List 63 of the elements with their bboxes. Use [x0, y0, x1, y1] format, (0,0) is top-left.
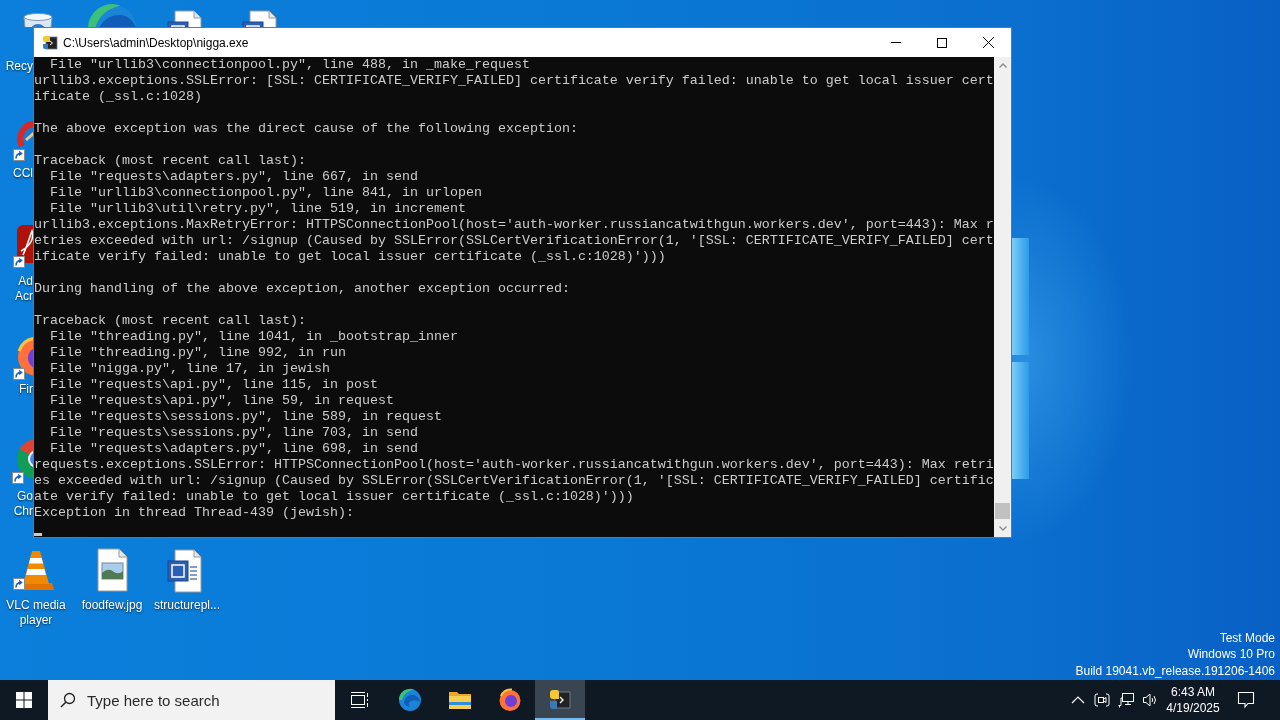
console-line: File "threading.py", line 1041, in _bootstrap_inner: [49, 329, 458, 345]
desktop-icon-label[interactable]: Go Chr: [11, 489, 33, 519]
desktop-icon-label[interactable]: foodfew.jpg: [74, 598, 150, 613]
camera-icon: [1094, 692, 1110, 708]
console-line: Exception in thread Thread-439 (jewish):: [34, 505, 354, 521]
console-app-button[interactable]: [535, 680, 585, 720]
speech-bubble-icon: [1237, 691, 1255, 709]
console-line: ificate (_ssl.c:1028): [34, 89, 202, 105]
traffic-cone-icon[interactable]: [12, 548, 56, 592]
console-app-icon: [42, 34, 58, 51]
desktop-notice-line: Windows 10 Pro: [1187, 646, 1275, 663]
scrollbar-thumb[interactable]: [995, 503, 1010, 519]
console-line: File "requests\api.py", line 115, in post: [49, 377, 378, 393]
app-shortcut-icon[interactable]: [13, 118, 34, 163]
clock-date[interactable]: 4/19/2025: [1166, 700, 1220, 716]
desktop-icon-label[interactable]: Fir: [19, 382, 33, 397]
console-line: File "nigga.py", line 17, in jewish: [49, 361, 330, 377]
console-line: The above exception was the direct cause of the following exception:: [34, 121, 578, 137]
close-icon: [982, 37, 994, 48]
console-line: ificate verify failed: unable to get local issuer certificate (_ssl.c:1028)'))): [34, 249, 666, 265]
desktop-notice-line: Build 19041.vb_release.191206-1406: [1075, 662, 1275, 679]
console-line: During handling of the above exception, another exception occurred:: [34, 281, 570, 297]
desktop-notice-line: Test Mode: [1219, 629, 1275, 646]
speaker-icon: [1142, 692, 1158, 708]
console-app-icon: [548, 688, 572, 712]
desktop-icon-label[interactable]: VLC media player: [0, 598, 72, 628]
clock-time[interactable]: 6:43 AM: [1171, 684, 1215, 700]
search-field[interactable]: Type here to search: [48, 680, 335, 720]
desktop-icon-label[interactable]: Ad Acr: [11, 274, 33, 304]
windows-logo-icon: [16, 692, 32, 708]
console-line: Traceback (most recent call last):: [34, 153, 306, 169]
console-line: Traceback (most recent call last):: [34, 313, 306, 329]
console-line: File "requests\sessions.py", line 703, in send: [49, 425, 418, 441]
minimize-icon: [891, 42, 901, 43]
console-line: File "urllib3\connectionpool.py", line 488, in _make_request: [49, 57, 530, 73]
desktop-icon-label[interactable]: structurepl...: [148, 598, 226, 613]
browser-icon: [398, 688, 422, 712]
console-line: File "threading.py", line 992, in run: [49, 345, 346, 361]
console-line: File "requests\adapters.py", line 698, in send: [49, 441, 418, 457]
console-line: etries exceeded with url: /signup (Caused by SSLError(SSLCertVerificationError(1, '[SSL: CERTIFICATE_VERIFY_FAILED] cert: [34, 233, 994, 249]
desktop-icon-label[interactable]: CCl: [13, 166, 33, 181]
search-icon: [60, 692, 76, 708]
task-view-icon: [350, 691, 370, 709]
caret-down-icon: [998, 526, 1007, 531]
console-line: urllib3.exceptions.MaxRetryError: HTTPSConnectionPool(host='auth-worker.russiancatwithgun.workers.dev', port=443): Max r: [34, 217, 994, 233]
caret-up-icon: [998, 63, 1007, 68]
console-line: urllib3.exceptions.SSLError: [SSL: CERTIFICATE_VERIFY_FAILED] certificate verify failed: unable to get local issuer cert: [34, 73, 994, 89]
text-cursor: [34, 533, 42, 536]
console-line: File "requests\adapters.py", line 667, in send: [49, 169, 418, 185]
desktop-icon-label[interactable]: Recy: [5, 59, 33, 74]
maximize-icon: [937, 37, 947, 48]
console-line: File "requests\api.py", line 59, in request: [49, 393, 394, 409]
console-line: es exceeded with url: /signup (Caused by SSLError(SSLCertVerificationError(1, '[SSL: CERTIFICATE_VERIFY_FAILED] certific: [34, 473, 994, 489]
window-title: C:\Users\admin\Desktop\nigga.exe: [63, 35, 249, 50]
document-icon[interactable]: [165, 549, 205, 593]
console-line: ate verify failed: unable to get local issuer certificate (_ssl.c:1028)'))): [34, 489, 634, 505]
console-line: File "requests\sessions.py", line 589, in request: [49, 409, 442, 425]
browser-icon: [498, 688, 522, 712]
console-line: File "urllib3\util\retry.py", line 519, in increment: [49, 201, 466, 217]
console-line: requests.exceptions.SSLError: HTTPSConnectionPool(host='auth-worker.russiancatwithgun.workers.dev', port=443): Max retri: [34, 457, 994, 473]
network-icon: [1118, 692, 1134, 708]
console-line: File "urllib3\connectionpool.py", line 841, in urlopen: [49, 185, 482, 201]
image-file-icon[interactable]: [94, 548, 130, 592]
